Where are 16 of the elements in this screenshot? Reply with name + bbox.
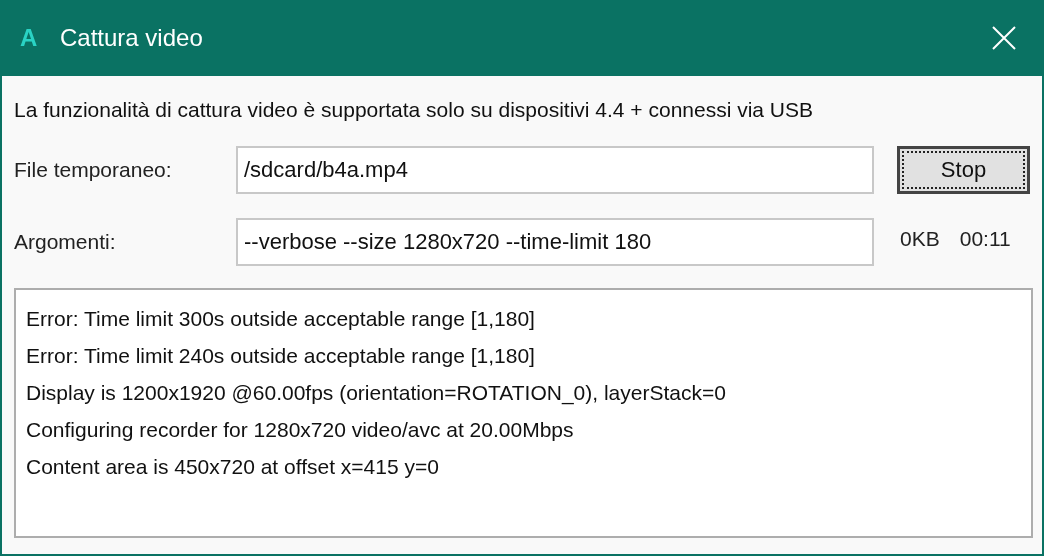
window-title: Cattura video [60,23,203,53]
field-label: File temporaneo: [14,156,173,183]
close-icon [992,26,1016,50]
log-line: Error: Time limit 300s outside acceptable range [1,180] [26,305,536,332]
field-label: Argomenti: [14,228,117,255]
stop-button[interactable]: Stop [897,145,1030,194]
log-line: Display is 1200x1920 @60.00fps (orientation=ROTATION_0), layerStack=0 [26,379,727,407]
elapsed-time-text: 00:11 [959,225,1011,252]
temp-file-field[interactable]: /sdcard/b4a.mp4 [236,145,874,194]
info-text: La funzionalità di cattura video è supportata solo su dispositivi 4.4 + connessi via USB [14,97,815,123]
file-size-text: 0KB [900,225,940,252]
log-line: Content area is 450x720 at offset x=415 y=0 [26,453,440,480]
app-logo: A [20,23,39,53]
log-line: Configuring recorder for 1280x720 video/avc at 20.00Mbps [26,416,575,443]
arguments-field[interactable]: --verbose --size 1280x720 --time-limit 180 [236,217,874,266]
log-line: Error: Time limit 240s outside acceptable range [1,180] [26,342,536,369]
